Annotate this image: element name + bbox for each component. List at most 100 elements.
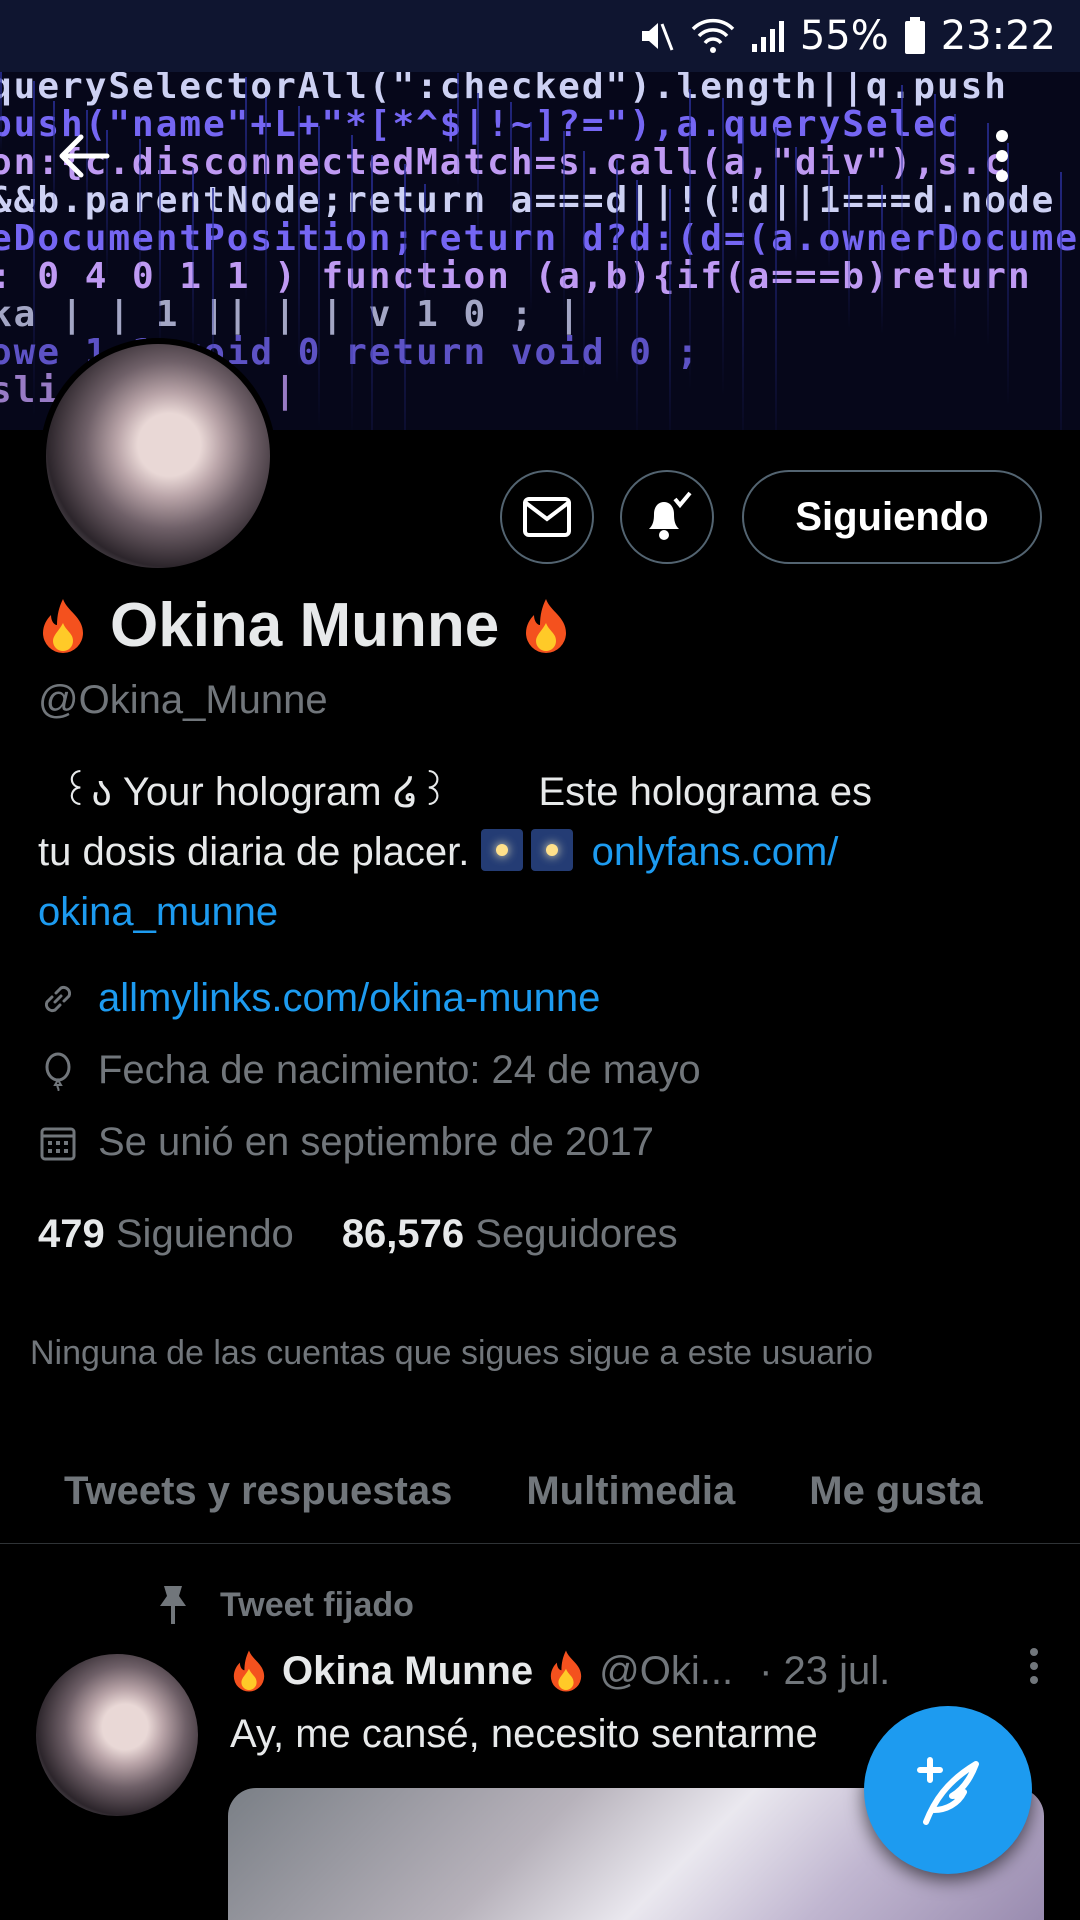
signal-icon bbox=[750, 18, 786, 54]
notifications-button[interactable] bbox=[620, 470, 714, 564]
banner-rain-streak bbox=[775, 127, 777, 430]
birthday-row: Fecha de nacimiento: 24 de mayo bbox=[38, 1048, 1038, 1093]
tab-media[interactable]: Multimedia bbox=[526, 1469, 735, 1514]
link-icon bbox=[44, 985, 72, 1012]
banner-rain-streak bbox=[881, 185, 883, 334]
profile-avatar[interactable] bbox=[40, 338, 276, 574]
bell-check-icon bbox=[649, 491, 692, 540]
fire-emoji-icon bbox=[550, 1650, 582, 1692]
banner-rain-streak bbox=[848, 176, 850, 328]
followers-label: Seguidores bbox=[475, 1212, 678, 1256]
profile-bio: ꒰ა Your hologram ໒꒱ Este holograma es tu… bbox=[38, 762, 1038, 942]
sparkler-emoji-icon bbox=[480, 829, 523, 871]
website-row: allmylinks.com/okina-munne bbox=[38, 976, 1038, 1021]
pinned-label-row: Tweet fijado bbox=[156, 1584, 414, 1626]
wifi-icon bbox=[690, 17, 736, 55]
tweet-author-name[interactable]: Okina Munne bbox=[282, 1649, 533, 1694]
banner-rain-streak bbox=[457, 73, 459, 186]
sparkler-emoji-icon bbox=[530, 829, 573, 871]
banner-rain-streak bbox=[530, 122, 532, 312]
joined-row: Se unió en septiembre de 2017 bbox=[38, 1120, 1038, 1165]
profile-name: Okina Munne bbox=[38, 590, 571, 661]
birthday-text: Fecha de nacimiento: 24 de mayo bbox=[98, 1048, 701, 1092]
tweet-text: Ay, me cansé, necesito sentarme bbox=[230, 1712, 818, 1756]
banner-rain-streak bbox=[192, 168, 194, 356]
website-link[interactable]: allmylinks.com/okina-munne bbox=[98, 976, 600, 1021]
back-button[interactable] bbox=[44, 116, 124, 196]
followers-count: 86,576 bbox=[341, 1212, 465, 1256]
arrow-left-icon bbox=[59, 134, 110, 178]
banner-rain-streak bbox=[742, 118, 744, 430]
fire-emoji-icon bbox=[233, 1650, 265, 1692]
banner-rain-streak bbox=[828, 156, 830, 268]
banner-rain-streak bbox=[371, 155, 373, 430]
banner-code-line: push("name"+L+"*[*^$|!~]?="),a.querySele… bbox=[0, 104, 961, 145]
tweet-more-button[interactable] bbox=[1028, 1646, 1040, 1696]
tweet-author-handle[interactable]: @Oki... bbox=[599, 1649, 733, 1694]
status-bar: 55% 23:22 bbox=[0, 0, 1080, 72]
bio-text: tu dosis diaria de placer. bbox=[38, 830, 470, 874]
compose-feather-icon bbox=[917, 1757, 979, 1825]
envelope-icon bbox=[523, 497, 571, 537]
profile-tabs: Tweets y respuestas Multimedia Me gusta bbox=[0, 1440, 1080, 1544]
banner-code-line: on:{c.disconnectedMatch=s.call(a,"div"),… bbox=[0, 142, 1008, 183]
clock: 23:22 bbox=[940, 13, 1056, 59]
banner-rain-streak bbox=[510, 102, 512, 252]
banner-code-line: ka | | 1 || | | v 1 0 ; | bbox=[0, 294, 582, 335]
banner-code-line: eDocumentPosition;return d?d:(d=(a.owner… bbox=[0, 218, 1079, 259]
pinned-label: Tweet fijado bbox=[220, 1585, 414, 1624]
profile-name-text: Okina Munne bbox=[110, 591, 500, 660]
following-stat[interactable]: 479 Siguiendo bbox=[38, 1212, 294, 1257]
banner-rain-streak bbox=[477, 93, 479, 246]
banner-rain-streak bbox=[0, 72, 2, 152]
banner-rain-streak bbox=[318, 126, 320, 428]
followers-stat[interactable]: 86,576 Seguidores bbox=[342, 1212, 678, 1257]
banner-rain-streak bbox=[404, 164, 406, 430]
banner-rain-streak bbox=[1060, 172, 1062, 430]
tweet-avatar[interactable] bbox=[36, 1654, 198, 1816]
banner-rain-streak bbox=[689, 89, 691, 390]
banner-rain-streak bbox=[563, 131, 565, 318]
banner-rain-streak bbox=[583, 151, 585, 378]
balloon-icon bbox=[45, 1052, 71, 1091]
tweet-header: Okina Munne @Oki... · 23 jul. bbox=[230, 1646, 1050, 1696]
battery-icon bbox=[903, 16, 927, 56]
following-button[interactable]: Siguiendo bbox=[742, 470, 1042, 564]
message-button[interactable] bbox=[500, 470, 594, 564]
more-vertical-icon bbox=[1030, 1648, 1038, 1684]
banner-rain-streak bbox=[934, 94, 936, 280]
banner-rain-streak bbox=[298, 106, 300, 368]
tweet-date[interactable]: · 23 jul. bbox=[759, 1649, 890, 1694]
banner-rain-streak bbox=[351, 135, 353, 430]
mute-icon bbox=[636, 16, 676, 56]
fire-emoji-icon bbox=[43, 598, 83, 653]
more-options-button[interactable] bbox=[962, 116, 1042, 196]
calendar-icon bbox=[40, 1127, 76, 1160]
tab-likes[interactable]: Me gusta bbox=[809, 1469, 982, 1514]
joined-text: Se unió en septiembre de 2017 bbox=[98, 1120, 654, 1164]
banner-rain-streak bbox=[424, 184, 426, 300]
banner-rain-streak bbox=[265, 97, 267, 362]
bio-link-continued[interactable]: okina_munne bbox=[38, 882, 1038, 942]
banner-rain-streak bbox=[954, 114, 956, 340]
following-label: Siguiendo bbox=[115, 1212, 294, 1256]
banner-rain-streak bbox=[669, 189, 671, 430]
bio-link[interactable]: onlyfans.com/ bbox=[592, 830, 839, 874]
following-count: 479 bbox=[38, 1212, 105, 1256]
battery-percent: 55% bbox=[799, 13, 889, 59]
banner-rain-streak bbox=[636, 180, 638, 430]
bio-line-1: ꒰ა Your hologram ໒꒱ Este holograma es bbox=[38, 770, 873, 814]
banner-rain-streak bbox=[245, 77, 247, 302]
more-vertical-icon bbox=[996, 130, 1008, 182]
compose-tweet-button[interactable] bbox=[864, 1706, 1032, 1874]
banner-rain-streak bbox=[159, 159, 161, 350]
banner-rain-streak bbox=[33, 81, 35, 418]
follow-stats: 479 Siguiendo 86,576 Seguidores bbox=[38, 1212, 678, 1257]
profile-handle: @Okina_Munne bbox=[38, 678, 328, 722]
banner-code-line: querySelectorAll(":checked").length||q.p… bbox=[0, 72, 1008, 107]
followed-by-note: Ninguna de las cuentas que sigues sigue … bbox=[30, 1334, 874, 1372]
tab-tweets-replies[interactable]: Tweets y respuestas bbox=[64, 1469, 452, 1514]
banner-rain-streak bbox=[722, 98, 724, 396]
banner-rain-streak bbox=[901, 85, 903, 274]
banner-rain-streak bbox=[795, 147, 797, 262]
